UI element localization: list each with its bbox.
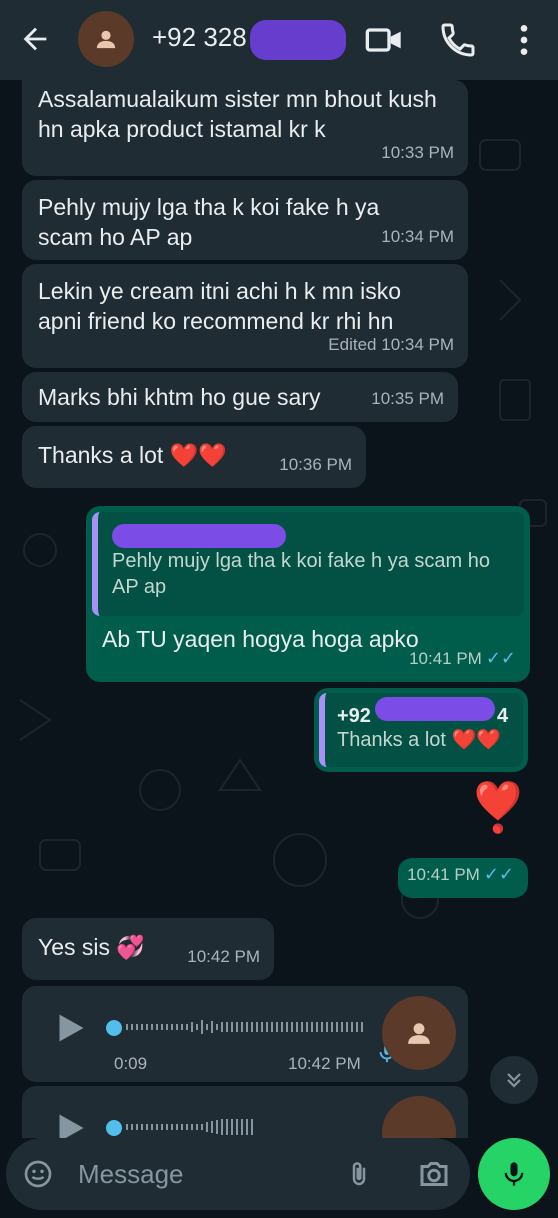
avatar-icon bbox=[96, 30, 116, 49]
chat-header: +92 328 bbox=[0, 0, 558, 80]
message-text: Assalamualaikum sister mn bhout kush hn … bbox=[38, 86, 437, 142]
quoted-message[interactable]: +92 4 Thanks a lot ❤️❤️ bbox=[319, 693, 523, 767]
message-input-box[interactable]: Message bbox=[6, 1138, 470, 1210]
voice-record-button[interactable] bbox=[478, 1138, 550, 1210]
edited-label: Edited bbox=[328, 335, 377, 354]
message-time: 10:41 PM bbox=[407, 865, 480, 884]
quoted-text: Thanks a lot ❤️❤️ bbox=[337, 729, 502, 751]
phone-icon[interactable] bbox=[438, 20, 478, 60]
playback-position[interactable] bbox=[106, 1020, 122, 1036]
message-time: 10:35 PM bbox=[371, 389, 444, 408]
play-icon[interactable] bbox=[52, 1108, 88, 1138]
outgoing-time-bubble: 10:41 PM ✓✓ bbox=[398, 858, 528, 898]
quoted-sender bbox=[112, 522, 510, 548]
scroll-to-bottom-button[interactable] bbox=[490, 1056, 538, 1104]
contact-avatar[interactable] bbox=[78, 11, 134, 67]
message-time: 10:41 PM bbox=[409, 649, 482, 668]
voice-message[interactable] bbox=[22, 1086, 468, 1138]
redaction-scribble bbox=[112, 524, 286, 548]
incoming-message[interactable]: Lekin ye cream itni achi h k mn isko apn… bbox=[22, 264, 468, 368]
message-time: 10:42 PM bbox=[187, 947, 260, 966]
sender-avatar bbox=[382, 1096, 456, 1138]
message-time: 10:42 PM bbox=[288, 1054, 361, 1073]
read-ticks-icon: ✓✓ bbox=[483, 864, 514, 884]
quoted-sender: +92 4 bbox=[337, 697, 511, 727]
waveform[interactable] bbox=[126, 1014, 366, 1040]
read-ticks-icon: ✓✓ bbox=[485, 648, 516, 668]
quoted-message[interactable]: Pehly mujy lga tha k koi fake h ya scam … bbox=[92, 512, 524, 616]
attach-icon[interactable] bbox=[344, 1156, 374, 1192]
outgoing-reply-message[interactable]: Pehly mujy lga tha k koi fake h ya scam … bbox=[86, 506, 530, 682]
playback-position[interactable] bbox=[106, 1120, 122, 1136]
message-time: 10:33 PM bbox=[381, 143, 454, 162]
back-arrow-icon[interactable] bbox=[18, 22, 52, 56]
emoji-message[interactable]: ❣️ bbox=[468, 774, 528, 844]
avatar-icon bbox=[408, 1023, 430, 1044]
message-input[interactable]: Message bbox=[78, 1159, 184, 1190]
mic-icon bbox=[504, 1162, 524, 1186]
quoted-sender-prefix: +92 bbox=[337, 705, 371, 727]
contact-name[interactable]: +92 328 bbox=[152, 22, 247, 53]
voice-message[interactable]: 0:09 10:42 PM bbox=[22, 986, 468, 1082]
quoted-text: Pehly mujy lga tha k koi fake h ya scam … bbox=[112, 550, 490, 598]
message-time: 10:34 PM bbox=[381, 335, 454, 354]
quoted-sender-suffix: 4 bbox=[497, 705, 509, 727]
message-time: 10:34 PM bbox=[381, 227, 454, 246]
redaction-scribble bbox=[375, 697, 495, 721]
message-text: Lekin ye cream itni achi h k mn isko apn… bbox=[38, 278, 402, 334]
outgoing-reply-message[interactable]: +92 4 Thanks a lot ❤️❤️ bbox=[314, 688, 528, 772]
message-meta: 10:41 PM ✓✓ bbox=[409, 643, 516, 674]
emoji-icon[interactable] bbox=[22, 1158, 54, 1190]
video-call-icon[interactable] bbox=[364, 20, 404, 60]
redaction-scribble bbox=[250, 20, 346, 60]
chat-area[interactable]: Assalamualaikum sister mn bhout kush hn … bbox=[0, 80, 558, 1138]
incoming-message[interactable]: Pehly mujy lga tha k koi fake h ya scam … bbox=[22, 180, 468, 260]
message-text: Pehly mujy lga tha k koi fake h ya scam … bbox=[38, 194, 380, 250]
double-chevron-down-icon bbox=[507, 1073, 521, 1088]
message-meta: 10:41 PM ✓✓ bbox=[407, 859, 514, 890]
composer-bar: Message bbox=[0, 1138, 558, 1218]
play-icon[interactable] bbox=[52, 1008, 88, 1048]
sender-avatar bbox=[382, 996, 456, 1070]
camera-icon[interactable] bbox=[416, 1156, 452, 1192]
message-meta: Edited 10:34 PM bbox=[328, 330, 454, 360]
more-vert-icon[interactable] bbox=[504, 20, 544, 60]
incoming-message[interactable]: Assalamualaikum sister mn bhout kush hn … bbox=[22, 80, 468, 176]
message-time: 10:36 PM bbox=[279, 455, 352, 474]
waveform[interactable] bbox=[126, 1114, 366, 1138]
incoming-message[interactable]: Thanks a lot ❤️❤️ 10:36 PM bbox=[22, 426, 366, 488]
voice-duration: 0:09 bbox=[114, 1054, 148, 1073]
incoming-message[interactable]: Yes sis 💞 10:42 PM bbox=[22, 918, 274, 980]
incoming-message[interactable]: Marks bhi khtm ho gue sary 10:35 PM bbox=[22, 372, 458, 422]
